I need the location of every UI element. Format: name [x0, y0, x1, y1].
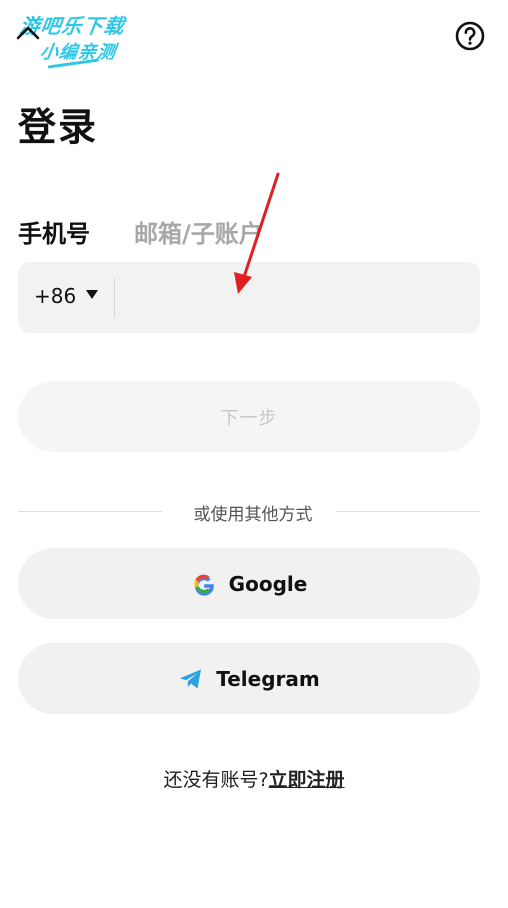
- watermark-line2: 小编亲测: [38, 42, 118, 63]
- divider-right: [336, 511, 480, 512]
- telegram-icon: [180, 669, 202, 688]
- annotation-arrow-icon: [234, 172, 280, 294]
- google-label: Google: [228, 571, 308, 596]
- google-login-button[interactable]: Google: [18, 548, 480, 619]
- signup-link[interactable]: 立即注册: [269, 769, 345, 791]
- phone-input[interactable]: [126, 262, 474, 335]
- signup-prompt: 还没有账号?立即注册: [0, 765, 508, 792]
- page-title: 登录: [18, 105, 99, 149]
- telegram-label: Telegram: [216, 666, 320, 691]
- divider-left: [18, 511, 162, 512]
- divider-text: 或使用其他方式: [193, 505, 313, 525]
- dropdown-triangle-icon[interactable]: [86, 290, 98, 299]
- tab-phone[interactable]: 手机号: [18, 214, 90, 249]
- signup-text: 还没有账号?: [163, 769, 269, 791]
- next-button[interactable]: 下一步: [18, 381, 480, 452]
- field-divider: [114, 278, 115, 318]
- country-code[interactable]: +86: [34, 284, 76, 308]
- google-icon: [194, 574, 214, 596]
- help-question-icon[interactable]: [454, 20, 486, 52]
- back-chevron-icon[interactable]: [14, 22, 42, 50]
- telegram-login-button[interactable]: Telegram: [18, 643, 480, 714]
